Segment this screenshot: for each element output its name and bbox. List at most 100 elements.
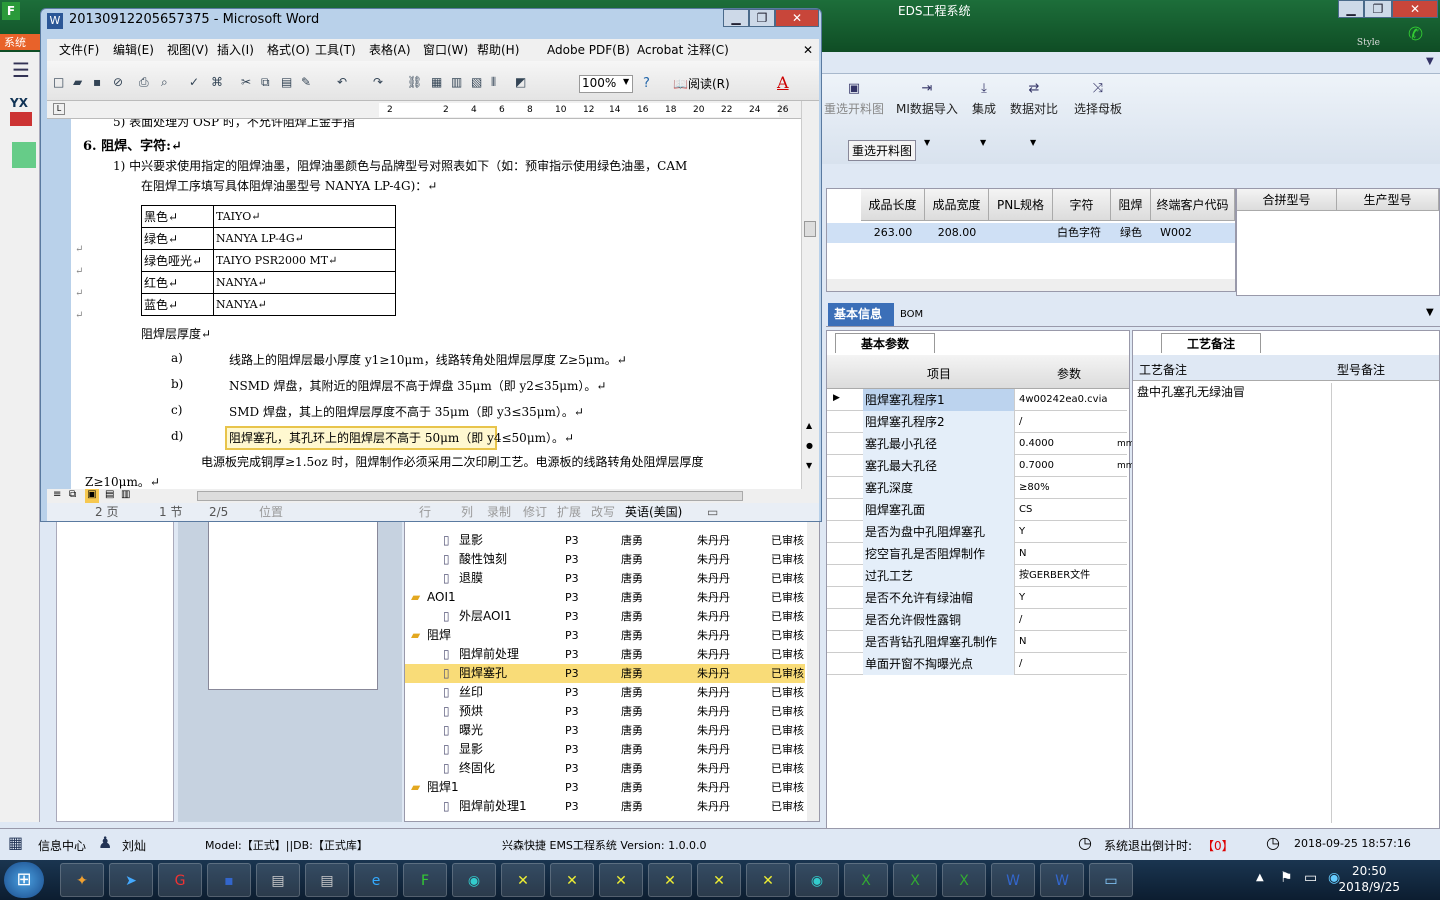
grid-icon[interactable]: ▦ xyxy=(8,833,23,852)
param-row[interactable]: 阻焊塞孔程序1 4w00242ea0.cvia xyxy=(827,389,1127,411)
tree-row[interactable]: ▯ 终固化 P3 唐勇 朱丹丹 已审核 xyxy=(405,759,805,778)
new-icon[interactable]: □ xyxy=(53,75,64,89)
outline-view-icon[interactable]: ▤ xyxy=(105,489,114,500)
tree-row[interactable]: ▰ 阻焊1 P3 唐勇 朱丹丹 已审核 xyxy=(405,778,805,797)
tree-row[interactable]: ▯ 预烘 P3 唐勇 朱丹丹 已审核 xyxy=(405,702,805,721)
read-button[interactable]: 📖阅读(R) xyxy=(673,75,730,92)
cad-app-icon[interactable]: ✕ xyxy=(501,863,545,897)
menu-item[interactable]: 帮助(H) xyxy=(477,39,519,61)
menu-item[interactable]: Adobe PDF(B) xyxy=(547,39,630,61)
file2-app-icon[interactable]: ▤ xyxy=(305,863,349,897)
tree-row[interactable]: ▰ 阻焊 P3 唐勇 朱丹丹 已审核 xyxy=(405,626,805,645)
g-app-icon[interactable]: G xyxy=(158,863,202,897)
tree-row[interactable]: ▯ 曝光 P3 唐勇 朱丹丹 已审核 xyxy=(405,721,805,740)
start-button[interactable]: ⊞ xyxy=(4,862,44,898)
next-page-icon[interactable]: ▼ xyxy=(806,461,812,470)
menu-item[interactable]: Acrobat 注释(C) xyxy=(637,39,729,61)
tree-row[interactable]: ▯ 退膜 P3 唐勇 朱丹丹 已审核 xyxy=(405,569,805,588)
param-row[interactable]: 是否不允许有绿油帽 Y xyxy=(827,587,1127,609)
format-painter-icon[interactable]: ✎ xyxy=(301,75,311,89)
factory-icon[interactable] xyxy=(10,112,32,126)
browse-object-icon[interactable]: ● xyxy=(806,441,813,450)
tree-row[interactable]: ▯ 阻焊前处理1 P3 唐勇 朱丹丹 已审核 xyxy=(405,797,805,816)
redo-icon[interactable]: ↷ xyxy=(373,75,383,89)
col-header[interactable]: 终端客户代码 xyxy=(1151,189,1235,221)
prev-page-icon[interactable]: ▲ xyxy=(806,421,812,430)
status-extend[interactable]: 扩展 xyxy=(557,503,581,521)
tree-row[interactable]: ▯ 阻焊塞孔 P3 唐勇 朱丹丹 已审核 xyxy=(405,664,805,683)
menu-item[interactable]: 视图(V) xyxy=(167,39,209,61)
param-row[interactable]: 是否允许假性露铜 / xyxy=(827,609,1127,631)
tables-icon[interactable]: ▦ xyxy=(431,75,442,89)
columns-icon[interactable]: ⫴ xyxy=(491,75,496,90)
help-icon[interactable]: ? xyxy=(643,76,650,91)
tree-row[interactable]: ▯ 显影 P3 唐勇 朱丹丹 已审核 xyxy=(405,531,805,550)
menu-item[interactable]: 格式(O) xyxy=(267,39,310,61)
chevron-down-icon[interactable]: ▼ xyxy=(623,77,629,86)
param-value[interactable]: ≥80% xyxy=(1017,477,1127,499)
document-page[interactable]: 5) 表面处理为 OSP 时，不允许阻焊上金手指 6. 阻焊、字符:↵ 1) 中… xyxy=(71,119,801,489)
param-row[interactable]: 阻焊塞孔程序2/ xyxy=(827,411,1127,433)
param-value[interactable]: 0.7000 xyxy=(1017,455,1127,477)
col-header[interactable]: PNL规格 xyxy=(989,189,1053,221)
eds-minimize-button[interactable]: ▁ xyxy=(1338,0,1364,18)
param-value[interactable]: / xyxy=(1017,411,1127,433)
tray-network-icon[interactable]: ⚑ xyxy=(1280,870,1293,886)
tray-expand-icon[interactable]: ▲ xyxy=(1256,872,1264,883)
param-value[interactable]: Y xyxy=(1017,587,1127,609)
tray-app-icon[interactable]: ◉ xyxy=(1328,870,1340,886)
col-header[interactable]: 字符 xyxy=(1053,189,1111,221)
tab-stop-icon[interactable]: L xyxy=(53,103,65,115)
horizontal-scrollbar[interactable]: ≡ ⧉ ▣ ▤ ▥ xyxy=(47,489,819,503)
save-app-icon[interactable]: ▪ xyxy=(207,863,251,897)
param-value[interactable]: / xyxy=(1017,609,1127,631)
param-row[interactable]: 阻焊塞孔面 CS xyxy=(827,499,1127,521)
tree-row[interactable]: ▯ 阻焊前处理 P3 唐勇 朱丹丹 已审核 xyxy=(405,645,805,664)
param-value[interactable]: 0.4000 xyxy=(1017,433,1127,455)
param-row[interactable]: 过孔工艺 按GERBER文件 xyxy=(827,565,1127,587)
dropdown-arrow-icon[interactable]: ▼ xyxy=(924,138,930,147)
param-value[interactable]: Y xyxy=(1017,521,1127,543)
reselect-layout-tool[interactable]: ▣ 重选开料图 xyxy=(824,82,884,117)
eds-close-button[interactable]: ✕ xyxy=(1392,0,1438,18)
menu-item[interactable]: 文件(F) xyxy=(59,39,99,61)
print-preview-icon[interactable]: ⌕ xyxy=(161,75,168,90)
vertical-scrollbar[interactable]: ▲ ● ▼ xyxy=(801,101,819,489)
scroll-thumb[interactable] xyxy=(804,221,816,237)
col-header[interactable]: 合拼型号 xyxy=(1237,189,1337,211)
param-row[interactable]: 是否背钻孔阻焊塞孔制作 N xyxy=(827,631,1127,653)
info-center[interactable]: 信息中心 xyxy=(38,837,86,854)
tab-bom[interactable]: BOM xyxy=(900,303,923,326)
close-doc-icon[interactable]: ✕ xyxy=(803,39,813,61)
dropdown-arrow-icon[interactable]: ▼ xyxy=(1030,138,1036,147)
window-app-icon[interactable]: ▭ xyxy=(1089,863,1133,897)
param-value[interactable]: N xyxy=(1017,543,1127,565)
cut-icon[interactable]: ✂ xyxy=(241,75,251,89)
undo-icon[interactable]: ↶ xyxy=(337,75,347,89)
tree-row[interactable]: ▯ 丝印 P3 唐勇 朱丹丹 已审核 xyxy=(405,683,805,702)
cad-app-icon[interactable]: ✕ xyxy=(697,863,741,897)
param-value[interactable]: 按GERBER文件 xyxy=(1017,565,1127,587)
data-compare-tool[interactable]: ⇄ 数据对比 xyxy=(1010,82,1058,117)
param-row[interactable]: 是否为盘中孔阻焊塞孔 Y xyxy=(827,521,1127,543)
hamburger-icon[interactable]: ☰ xyxy=(12,58,30,82)
param-row[interactable]: 单面开窗不掏曝光点 / xyxy=(827,653,1127,675)
cad-app-icon[interactable]: ✕ xyxy=(648,863,692,897)
cad-app-icon[interactable]: ✕ xyxy=(746,863,790,897)
param-row[interactable]: 塞孔最小孔径 0.4000 mm xyxy=(827,433,1135,455)
word-app-icon[interactable]: W xyxy=(1040,863,1084,897)
param-row[interactable]: 挖空盲孔是否阻焊制作 N xyxy=(827,543,1127,565)
copy-icon[interactable]: ⧉ xyxy=(261,75,270,90)
calculator-icon[interactable] xyxy=(12,142,36,168)
param-row[interactable]: 塞孔深度 ≥80% xyxy=(827,477,1127,499)
print-icon[interactable]: ⎙ xyxy=(139,75,149,90)
tab-basic-params[interactable]: 基本参数 xyxy=(835,333,935,353)
tree-row[interactable]: ▯ 酸性蚀刻 P3 唐勇 朱丹丹 已审核 xyxy=(405,550,805,569)
permission-icon[interactable]: ⊘ xyxy=(113,75,123,89)
col-header[interactable]: 生产型号 xyxy=(1337,189,1439,211)
chevron-down-icon[interactable]: ▼ xyxy=(1426,307,1434,318)
menu-item[interactable]: 编辑(E) xyxy=(113,39,154,61)
shell-app-icon[interactable]: ✦ xyxy=(60,863,104,897)
col-header[interactable]: 阻焊 xyxy=(1111,189,1151,221)
spelling-icon[interactable]: ✓ xyxy=(189,75,199,89)
